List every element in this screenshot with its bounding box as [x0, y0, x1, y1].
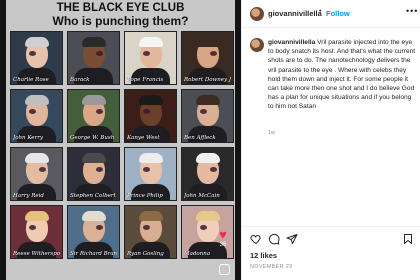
tile-hair: [24, 153, 49, 163]
tile-hair: [195, 95, 220, 105]
caption-timestamp: 1w: [268, 130, 276, 136]
black-eye-mark: [143, 51, 150, 56]
black-eye-mark: [96, 109, 103, 114]
post-media[interactable]: THE BLACK EYE CLUB Who is punching them?…: [0, 0, 241, 280]
heart-outline-icon[interactable]: [250, 233, 262, 245]
tile-hair: [24, 37, 49, 47]
celebrity-tile: George W. Bush: [67, 89, 120, 143]
caption-username[interactable]: giovannivillella: [268, 39, 315, 46]
tile-name-label: Charlie Rose: [13, 77, 49, 83]
celebrity-tile: Harry Reid: [10, 147, 63, 201]
tile-hair: [81, 37, 106, 47]
celebrity-grid: Charlie Rose Barack Pope Francis Robert Dow…: [10, 31, 234, 259]
instagram-post-view: THE BLACK EYE CLUB Who is punching them?…: [0, 0, 420, 280]
celebrity-tile: Ryan Gosling: [124, 205, 177, 259]
action-bar: [242, 226, 420, 248]
black-eye-mark: [210, 51, 217, 56]
tile-name-label: Kanye West: [127, 135, 160, 141]
share-icon[interactable]: [286, 233, 298, 245]
black-eye-mark: [29, 225, 36, 230]
tile-hair: [24, 95, 49, 105]
tile-hair: [24, 211, 49, 221]
celebrity-tile: Ben Affleck: [181, 89, 234, 143]
bookmark-icon[interactable]: [402, 233, 414, 245]
more-options-icon[interactable]: •••: [406, 6, 418, 16]
black-eye-mark: [143, 109, 150, 114]
celebrity-tile: Reese Witherspoon: [10, 205, 63, 259]
post-date: NOVEMBER 29: [250, 264, 293, 270]
tile-hair: [81, 153, 106, 163]
header-username[interactable]: giovannivillella: [268, 9, 322, 18]
tile-hair: [138, 211, 163, 221]
black-eye-mark: [29, 109, 36, 114]
tile-name-label: Pope Francis: [127, 77, 164, 83]
tile-hair: [81, 95, 106, 105]
caption-avatar[interactable]: [250, 38, 264, 52]
black-eye-mark: [200, 225, 207, 230]
tile-hair: [195, 37, 220, 47]
tile-name-label: Madonna: [184, 251, 211, 257]
caption-text-block: giovannivillella Vril parasite injected …: [268, 38, 416, 112]
caption-body: Vril parasite injected into the eye to b…: [268, 39, 416, 111]
tile-hair: [138, 95, 163, 105]
tile-name-label: Harry Reid: [13, 193, 44, 199]
celebrity-tile: Sir Richard Branson: [67, 205, 120, 259]
tile-hair: [138, 37, 163, 47]
black-eye-mark: [143, 167, 150, 172]
reel-icon[interactable]: [219, 264, 230, 275]
separator-dot: •: [319, 8, 322, 15]
black-eye-mark: [143, 225, 150, 230]
collage-title-line2: Who is punching them?: [52, 13, 189, 28]
likes-count[interactable]: 12 likes: [250, 251, 277, 260]
comment-icon[interactable]: [268, 233, 280, 245]
avatar[interactable]: [250, 7, 264, 21]
black-eye-mark: [29, 51, 36, 56]
follow-button[interactable]: Follow: [326, 9, 350, 18]
media-like-count: 36: [219, 242, 227, 248]
post-side-panel: giovannivillella • Follow ••• giovannivi…: [241, 0, 420, 280]
tile-hair: [138, 153, 163, 163]
tile-name-label: Robert Downey Jr.: [184, 77, 231, 83]
tile-name-label: John McCain: [184, 193, 220, 199]
tile-name-label: Prince Philip: [127, 193, 163, 199]
celebrity-tile: John Kerry: [10, 89, 63, 143]
collage-title-line1: THE BLACK EYE CLUB: [56, 2, 185, 14]
tile-name-label: John Kerry: [13, 135, 43, 141]
collage-image: THE BLACK EYE CLUB Who is punching them?…: [6, 0, 235, 280]
tile-hair: [81, 211, 106, 221]
celebrity-tile: John McCain: [181, 147, 234, 201]
tile-name-label: Barack: [70, 77, 90, 83]
celebrity-tile: Stephen Colbert: [67, 147, 120, 201]
celebrity-tile: Prince Philip: [124, 147, 177, 201]
black-eye-mark: [96, 225, 103, 230]
tile-name-label: Ben Affleck: [184, 135, 216, 141]
tile-name-label: George W. Bush: [70, 135, 115, 141]
heart-icon: ♥: [219, 227, 227, 242]
black-eye-mark: [39, 167, 46, 172]
celebrity-tile: Kanye West: [124, 89, 177, 143]
black-eye-mark: [210, 167, 217, 172]
celebrity-tile: Charlie Rose: [10, 31, 63, 85]
collage-title: THE BLACK EYE CLUB Who is punching them?: [6, 2, 235, 28]
tile-name-label: Sir Richard Branson: [70, 251, 117, 257]
celebrity-tile: Pope Francis: [124, 31, 177, 85]
black-eye-mark: [200, 109, 207, 114]
celebrity-tile: Barack: [67, 31, 120, 85]
media-like-overlay[interactable]: ♥ 36: [215, 228, 231, 250]
tile-name-label: Stephen Colbert: [70, 193, 116, 199]
tile-hair: [195, 211, 220, 221]
black-eye-mark: [96, 167, 103, 172]
tile-name-label: Reese Witherspoon: [13, 251, 60, 257]
celebrity-tile: Robert Downey Jr.: [181, 31, 234, 85]
tile-hair: [195, 153, 220, 163]
tile-name-label: Ryan Gosling: [127, 251, 164, 257]
black-eye-mark: [96, 51, 103, 56]
post-header: giovannivillella • Follow •••: [242, 0, 420, 28]
